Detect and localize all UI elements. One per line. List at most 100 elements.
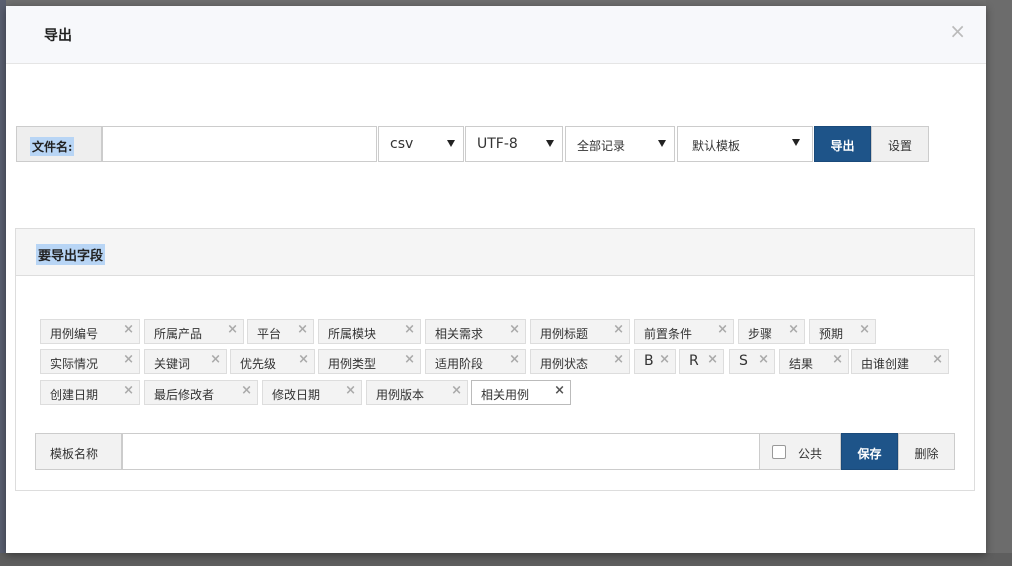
- export-button-label: 导出: [830, 139, 855, 153]
- field-tag-label: 由谁创建: [861, 357, 910, 371]
- field-tag-label: 优先级: [240, 357, 277, 371]
- dialog-header: 导出 ×: [6, 6, 986, 64]
- remove-icon[interactable]: ×: [404, 322, 415, 337]
- dialog-title: 导出: [44, 28, 72, 44]
- range-select[interactable]: 全部记录: [565, 126, 675, 162]
- template-select[interactable]: 默认模板: [677, 126, 813, 162]
- encoding-select[interactable]: UTF-8: [465, 126, 563, 162]
- fields-panel-title: 要导出字段: [36, 244, 106, 265]
- field-tag[interactable]: 实际情况 ×: [40, 349, 140, 374]
- field-tag[interactable]: 用例标题 ×: [530, 319, 630, 344]
- field-tag-label: 相关需求: [435, 327, 484, 341]
- format-select[interactable]: csv: [378, 126, 464, 162]
- field-tag[interactable]: 关键词 ×: [144, 349, 227, 374]
- field-tag[interactable]: S ×: [729, 349, 775, 374]
- field-tag[interactable]: 由谁创建 ×: [851, 349, 949, 374]
- remove-icon[interactable]: ×: [241, 383, 252, 398]
- filename-input[interactable]: [102, 126, 377, 162]
- chevron-down-icon: [546, 140, 554, 147]
- save-template-label: 保存: [857, 447, 882, 461]
- field-tag-label: 结果: [789, 357, 814, 371]
- field-tag[interactable]: 所属产品 ×: [144, 319, 244, 344]
- export-button[interactable]: 导出: [814, 126, 871, 162]
- public-checkbox[interactable]: [772, 445, 786, 459]
- delete-template-button[interactable]: 删除: [898, 433, 955, 470]
- field-tag[interactable]: 平台 ×: [247, 319, 314, 344]
- field-tag[interactable]: 预期 ×: [809, 319, 876, 344]
- field-tag[interactable]: 结果 ×: [779, 349, 849, 374]
- field-tag-label: 用例版本: [376, 388, 425, 402]
- save-template-button[interactable]: 保存: [841, 433, 898, 470]
- field-tag-label: 修改日期: [272, 388, 321, 402]
- remove-icon[interactable]: ×: [227, 322, 238, 337]
- field-tag[interactable]: R ×: [679, 349, 724, 374]
- field-tag[interactable]: 相关用例 ×: [471, 380, 571, 405]
- remove-icon[interactable]: ×: [451, 383, 462, 398]
- remove-icon[interactable]: ×: [123, 322, 134, 337]
- field-tag-label: 相关用例: [481, 388, 530, 402]
- format-select-value: csv: [390, 136, 414, 152]
- remove-icon[interactable]: ×: [297, 322, 308, 337]
- field-tag-label: 用例编号: [50, 327, 99, 341]
- remove-icon[interactable]: ×: [859, 322, 870, 337]
- settings-button-label: 设置: [887, 139, 912, 153]
- remove-icon[interactable]: ×: [345, 383, 356, 398]
- remove-icon[interactable]: ×: [298, 352, 309, 367]
- template-name-label-box: 模板名称: [35, 433, 122, 470]
- field-tag-label: 前置条件: [644, 327, 693, 341]
- field-tag[interactable]: 创建日期 ×: [40, 380, 140, 405]
- remove-icon[interactable]: ×: [707, 352, 718, 367]
- remove-icon[interactable]: ×: [404, 352, 415, 367]
- field-tag[interactable]: 用例状态 ×: [530, 349, 630, 374]
- public-toggle[interactable]: 公共: [759, 433, 841, 470]
- remove-icon[interactable]: ×: [509, 322, 520, 337]
- field-tag[interactable]: 前置条件 ×: [634, 319, 734, 344]
- field-tag-label: 创建日期: [50, 388, 99, 402]
- field-tag[interactable]: 修改日期 ×: [262, 380, 362, 405]
- remove-icon[interactable]: ×: [123, 383, 134, 398]
- remove-icon[interactable]: ×: [123, 352, 134, 367]
- field-tag[interactable]: B ×: [634, 349, 676, 374]
- remove-icon[interactable]: ×: [932, 352, 943, 367]
- field-tag-label: 所属产品: [154, 327, 203, 341]
- fields-panel: 要导出字段 用例编号 × 所属产品 × 平台 × 所属模块 × 相关需求 × 用例标题 × 前置条件 × 步…: [15, 228, 975, 491]
- encoding-select-value: UTF-8: [477, 136, 518, 152]
- remove-icon[interactable]: ×: [509, 352, 520, 367]
- field-tag-label: 步骤: [748, 327, 773, 341]
- field-tag[interactable]: 优先级 ×: [230, 349, 315, 374]
- chevron-down-icon: [447, 140, 455, 147]
- field-tag-label: 用例标题: [540, 327, 589, 341]
- field-tag-label: 关键词: [154, 357, 191, 371]
- remove-icon[interactable]: ×: [717, 322, 728, 337]
- remove-icon[interactable]: ×: [659, 352, 670, 367]
- filename-label: 文件名:: [30, 137, 75, 156]
- remove-icon[interactable]: ×: [554, 383, 565, 398]
- field-tag-label: 用例类型: [328, 357, 377, 371]
- field-tag[interactable]: 相关需求 ×: [425, 319, 526, 344]
- field-tag[interactable]: 最后修改者 ×: [144, 380, 258, 405]
- remove-icon[interactable]: ×: [788, 322, 799, 337]
- backdrop-table-edge: [986, 0, 1012, 566]
- remove-icon[interactable]: ×: [613, 352, 624, 367]
- field-tag[interactable]: 适用阶段 ×: [425, 349, 526, 374]
- field-tag[interactable]: 用例版本 ×: [366, 380, 468, 405]
- field-tag[interactable]: 用例类型 ×: [318, 349, 421, 374]
- close-icon[interactable]: ×: [949, 20, 966, 42]
- settings-button[interactable]: 设置: [871, 126, 929, 162]
- chevron-down-icon: [792, 139, 800, 146]
- remove-icon[interactable]: ×: [758, 352, 769, 367]
- field-tag[interactable]: 步骤 ×: [738, 319, 805, 344]
- template-name-input[interactable]: [122, 433, 760, 470]
- field-tag[interactable]: 所属模块 ×: [318, 319, 421, 344]
- remove-icon[interactable]: ×: [832, 352, 843, 367]
- field-tag[interactable]: 用例编号 ×: [40, 319, 140, 344]
- field-tag-label: 所属模块: [328, 327, 377, 341]
- chevron-down-icon: [658, 140, 666, 147]
- field-tag-label: B: [644, 353, 654, 369]
- field-tag-label: R: [689, 353, 699, 369]
- field-tag-label: 用例状态: [540, 357, 589, 371]
- remove-icon[interactable]: ×: [210, 352, 221, 367]
- delete-template-label: 删除: [914, 447, 939, 461]
- remove-icon[interactable]: ×: [613, 322, 624, 337]
- field-tag-label: 实际情况: [50, 357, 99, 371]
